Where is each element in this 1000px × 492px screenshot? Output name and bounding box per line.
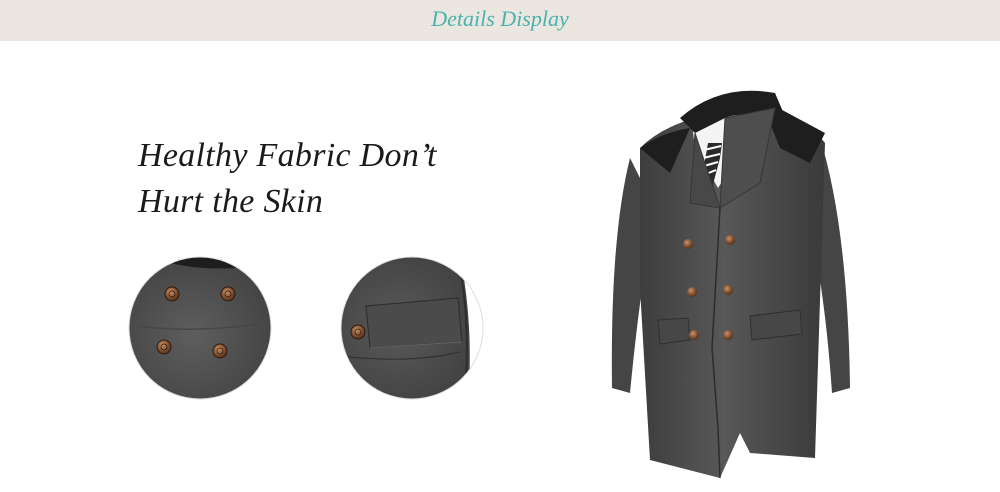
headline-line-1: Healthy Fabric Don’t <box>138 137 437 174</box>
product-image-coat <box>600 88 860 483</box>
pocket-closeup-graphic <box>340 256 484 400</box>
detail-image-buttons <box>128 256 272 400</box>
buttons-closeup-graphic <box>128 256 272 400</box>
detail-image-pocket <box>340 256 484 400</box>
headline-line-2: Hurt the Skin <box>138 183 324 220</box>
coat-graphic <box>611 90 850 479</box>
section-title: Details Display <box>431 6 569 31</box>
feature-headline: Healthy Fabric Don’t Hurt the Skin <box>138 133 437 225</box>
header-banner: Details Display <box>0 0 1000 41</box>
